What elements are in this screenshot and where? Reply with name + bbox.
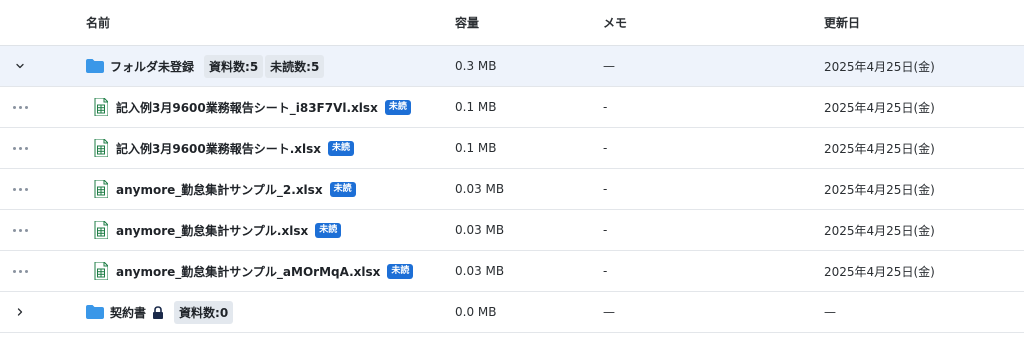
file-table: 名前 容量 メモ 更新日 フォルダ未登録 資料数:5 未読数:5 0.3 MB …: [0, 0, 1024, 333]
more-horizontal-icon[interactable]: [12, 105, 28, 109]
size-value: 0.03 MB: [455, 182, 505, 196]
unread-badge: 未読: [328, 140, 355, 156]
updated-value: 2025年4月25日(金): [824, 141, 935, 156]
folder-name-cell: 契約書 資料数:0: [86, 292, 446, 332]
more-horizontal-icon[interactable]: [12, 146, 28, 150]
file-name[interactable]: 記入例3月9600業務報告シート.xlsx: [116, 140, 321, 157]
file-row[interactable]: anymore_勤怠集計サンプル.xlsx 未読 0.03 MB - 2025年…: [0, 210, 1024, 251]
doc-count-chip: 資料数:5: [204, 54, 264, 78]
excel-file-icon: [94, 180, 108, 198]
folder-name-cell: フォルダ未登録 資料数:5 未読数:5: [86, 46, 446, 86]
doc-count-chip: 資料数:0: [174, 300, 234, 324]
column-header-updated[interactable]: 更新日: [824, 0, 1014, 45]
more-actions-button[interactable]: [0, 210, 40, 250]
chevron-down-icon[interactable]: [15, 61, 25, 71]
size-value: 0.0 MB: [455, 305, 497, 319]
chevron-right-icon[interactable]: [15, 307, 25, 317]
more-horizontal-icon[interactable]: [12, 187, 28, 191]
file-name-cell: anymore_勤怠集計サンプル_aMOrMqA.xlsx 未読: [86, 251, 446, 291]
unread-badge: 未読: [387, 263, 414, 279]
column-header-size[interactable]: 容量: [455, 0, 595, 45]
updated-value: 2025年4月25日(金): [824, 100, 935, 115]
updated-value: 2025年4月25日(金): [824, 182, 935, 197]
file-name-cell: anymore_勤怠集計サンプル_2.xlsx 未読: [86, 169, 446, 209]
column-header-memo[interactable]: メモ: [603, 0, 813, 45]
folder-name[interactable]: フォルダ未登録: [110, 58, 194, 75]
memo-value: -: [603, 141, 608, 155]
file-row[interactable]: anymore_勤怠集計サンプル_2.xlsx 未読 0.03 MB - 202…: [0, 169, 1024, 210]
updated-value: —: [824, 305, 836, 319]
file-name[interactable]: 記入例3月9600業務報告シート_i83F7Vl.xlsx: [116, 99, 378, 116]
file-name-cell: 記入例3月9600業務報告シート_i83F7Vl.xlsx 未読: [86, 87, 446, 127]
more-actions-button[interactable]: [0, 87, 40, 127]
memo-value: -: [603, 100, 608, 114]
size-value: 0.1 MB: [455, 100, 497, 114]
file-name[interactable]: anymore_勤怠集計サンプル_2.xlsx: [116, 181, 323, 198]
table-header: 名前 容量 メモ 更新日: [0, 0, 1024, 46]
expand-toggle[interactable]: [0, 292, 40, 332]
unread-badge: 未読: [315, 222, 342, 238]
more-horizontal-icon[interactable]: [12, 228, 28, 232]
unread-badge: 未読: [384, 99, 411, 115]
updated-value: 2025年4月25日(金): [824, 59, 935, 74]
size-value: 0.3 MB: [455, 59, 497, 73]
file-name[interactable]: anymore_勤怠集計サンプル_aMOrMqA.xlsx: [116, 263, 380, 280]
folder-icon: [86, 305, 104, 319]
file-row[interactable]: anymore_勤怠集計サンプル_aMOrMqA.xlsx 未読 0.03 MB…: [0, 251, 1024, 292]
memo-value: -: [603, 264, 608, 278]
folder-name[interactable]: 契約書: [110, 304, 146, 321]
column-header-name[interactable]: 名前: [86, 0, 446, 45]
size-value: 0.03 MB: [455, 223, 505, 237]
memo-value: -: [603, 223, 608, 237]
file-row[interactable]: 記入例3月9600業務報告シート_i83F7Vl.xlsx 未読 0.1 MB …: [0, 87, 1024, 128]
unread-badge: 未読: [329, 181, 356, 197]
more-horizontal-icon[interactable]: [12, 269, 28, 273]
more-actions-button[interactable]: [0, 128, 40, 168]
more-actions-button[interactable]: [0, 169, 40, 209]
excel-file-icon: [94, 139, 108, 157]
file-name-cell: 記入例3月9600業務報告シート.xlsx 未読: [86, 128, 446, 168]
expand-toggle[interactable]: [0, 46, 40, 86]
memo-value: —: [603, 59, 615, 73]
file-row[interactable]: 記入例3月9600業務報告シート.xlsx 未読 0.1 MB - 2025年4…: [0, 128, 1024, 169]
lock-icon: [153, 305, 164, 319]
excel-file-icon: [94, 221, 108, 239]
memo-value: —: [603, 305, 615, 319]
memo-value: -: [603, 182, 608, 196]
folder-icon: [86, 59, 104, 73]
file-name-cell: anymore_勤怠集計サンプル.xlsx 未読: [86, 210, 446, 250]
folder-row-unregistered[interactable]: フォルダ未登録 資料数:5 未読数:5 0.3 MB — 2025年4月25日(…: [0, 46, 1024, 87]
excel-file-icon: [94, 262, 108, 280]
updated-value: 2025年4月25日(金): [824, 264, 935, 279]
more-actions-button[interactable]: [0, 251, 40, 291]
file-name[interactable]: anymore_勤怠集計サンプル.xlsx: [116, 222, 308, 239]
updated-value: 2025年4月25日(金): [824, 223, 935, 238]
excel-file-icon: [94, 98, 108, 116]
size-value: 0.1 MB: [455, 141, 497, 155]
folder-row-contracts[interactable]: 契約書 資料数:0 0.0 MB — —: [0, 292, 1024, 333]
size-value: 0.03 MB: [455, 264, 505, 278]
unread-count-chip: 未読数:5: [265, 54, 325, 78]
